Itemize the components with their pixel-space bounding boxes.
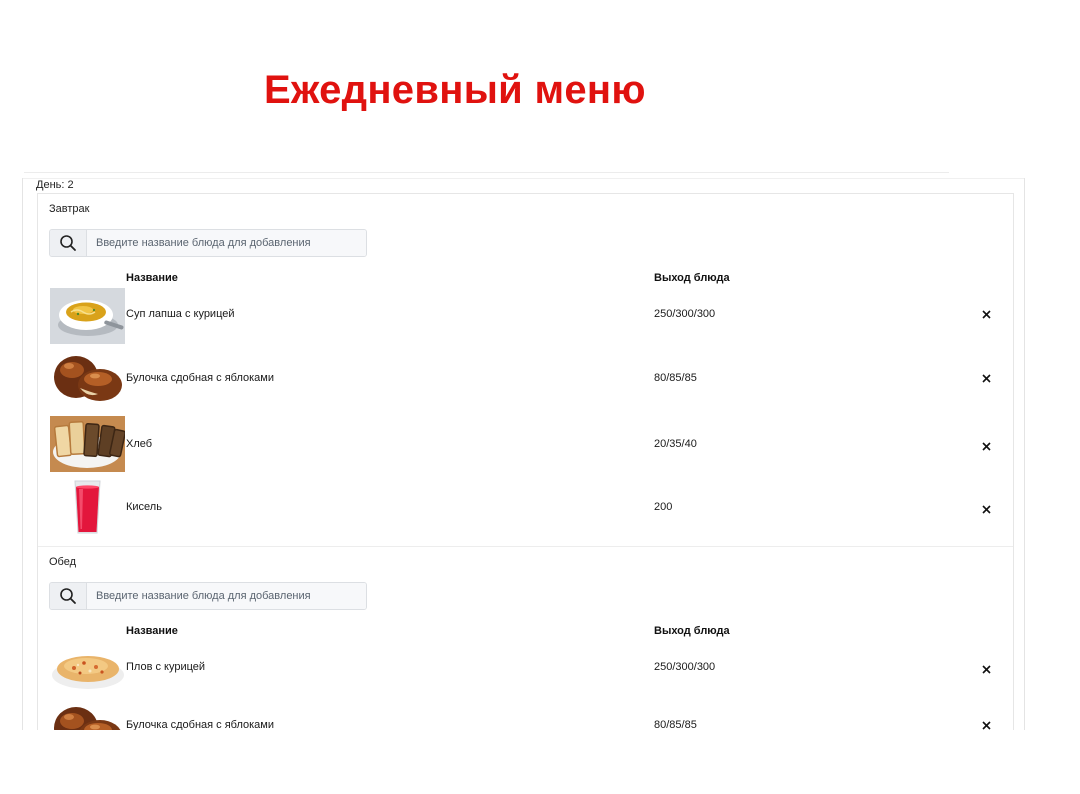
remove-dish-button[interactable]: [978, 306, 994, 322]
divider: [24, 172, 949, 173]
dish-name: Булочка сдобная с яблоками: [126, 372, 275, 384]
column-header-yield: Выход блюда: [654, 625, 730, 637]
close-icon: [981, 664, 991, 674]
meal-section-lunch: Обед Название Выход блюда: [38, 547, 1013, 730]
page-title: Ежедневный меню: [264, 68, 646, 112]
dish-row: Булочка сдобная с яблоками 80/85/85: [38, 348, 1013, 408]
meal-title: Завтрак: [49, 203, 90, 215]
close-icon: [981, 309, 991, 319]
dish-row: Плов с курицей 250/300/300: [38, 639, 1013, 699]
dish-row: Хлеб 20/35/40: [38, 414, 1013, 474]
remove-dish-button[interactable]: [978, 661, 994, 677]
dish-name: Булочка сдобная с яблоками: [126, 719, 275, 730]
pilaf-plate-image: [50, 641, 125, 697]
dish-yield: 250/300/300: [654, 661, 716, 673]
remove-dish-button[interactable]: [978, 717, 994, 730]
dish-name: Плов с курицей: [126, 661, 206, 673]
menu-panel: День: 2 Завтрак Название Выход блюда: [22, 178, 1025, 730]
dish-name: Суп лапша с курицей: [126, 308, 235, 320]
meal-section-breakfast: Завтрак Название Выход блюда: [38, 194, 1013, 547]
day-label: День: 2: [36, 179, 74, 191]
dish-yield: 80/85/85: [654, 372, 697, 384]
bread-image: [50, 416, 125, 472]
drink-glass-image: [50, 479, 125, 535]
page: Ежедневный меню День: 2 Завтрак Назван: [0, 0, 1080, 794]
remove-dish-button[interactable]: [978, 501, 994, 517]
close-icon: [981, 441, 991, 451]
dish-row: Булочка сдобная с яблоками 80/85/85: [38, 699, 1013, 730]
close-icon: [981, 720, 991, 730]
dish-search-box: [49, 229, 367, 257]
column-header-yield: Выход блюда: [654, 272, 730, 284]
divider: [23, 178, 1024, 179]
dish-yield: 250/300/300: [654, 308, 716, 320]
remove-dish-button[interactable]: [978, 370, 994, 386]
close-icon: [981, 373, 991, 383]
dish-name: Кисель: [126, 501, 162, 513]
soup-bowl-image: [50, 288, 125, 344]
meal-title: Обед: [49, 556, 77, 568]
bun-image: [50, 350, 125, 406]
dish-search-input[interactable]: [87, 230, 366, 256]
dish-search-box: [49, 582, 367, 610]
search-icon[interactable]: [50, 230, 87, 256]
meals-card: Завтрак Название Выход блюда: [37, 193, 1014, 730]
column-header-name: Название: [126, 272, 178, 284]
column-header-name: Название: [126, 625, 178, 637]
bun-image: [50, 701, 125, 730]
search-icon[interactable]: [50, 583, 87, 609]
dish-yield: 20/35/40: [654, 438, 697, 450]
dish-row: Суп лапша с курицей 250/300/300: [38, 286, 1013, 346]
dish-yield: 200: [654, 501, 673, 513]
dish-name: Хлеб: [126, 438, 153, 450]
dish-search-input[interactable]: [87, 583, 366, 609]
dish-row: Кисель 200: [38, 479, 1013, 539]
remove-dish-button[interactable]: [978, 438, 994, 454]
close-icon: [981, 504, 991, 514]
dish-yield: 80/85/85: [654, 719, 697, 730]
